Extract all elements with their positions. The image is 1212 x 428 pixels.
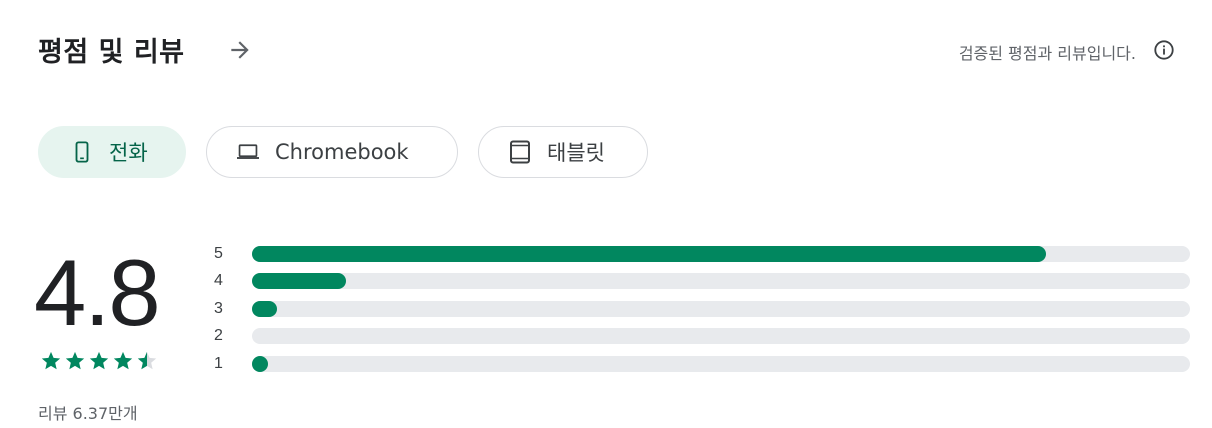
rating-bar-fill	[252, 300, 278, 317]
rating-bar-track	[252, 328, 1190, 345]
rating-bar-label: 2	[214, 327, 223, 345]
verified-ratings-text: 검증된 평점과 리뷰입니다.	[958, 44, 1136, 63]
star-icon	[41, 351, 61, 370]
laptop-icon	[237, 141, 259, 163]
info-button[interactable]	[1152, 38, 1176, 62]
rating-bar-track	[252, 273, 1190, 290]
rating-bar-label: 1	[214, 354, 223, 372]
tab-phone-label: 전화	[109, 141, 148, 165]
rating-distribution: 5 4 3 2 1	[214, 244, 1190, 381]
rating-bar-row: 5	[214, 244, 1190, 271]
star-icon	[113, 351, 133, 370]
rating-bar-track	[252, 246, 1190, 262]
average-rating: 4.8	[34, 240, 161, 345]
tablet-icon	[509, 140, 531, 164]
star-icon	[89, 351, 109, 370]
tab-phone[interactable]: 전화	[38, 126, 186, 178]
rating-bar-track	[252, 300, 1190, 317]
rating-bar-fill	[252, 273, 346, 290]
rating-bar-row: 1	[214, 354, 1190, 381]
tab-tablet-label: 태블릿	[547, 141, 605, 165]
rating-bar-row: 2	[214, 326, 1190, 353]
tab-chromebook[interactable]: Chromebook	[206, 126, 458, 178]
tab-tablet[interactable]: 태블릿	[478, 126, 648, 178]
rating-bar-label: 3	[214, 299, 223, 317]
device-tabs: 전화 Chromebook 태블릿	[38, 126, 648, 180]
ratings-header: 평점 및 리뷰 검증된 평점과 리뷰입니다.	[38, 26, 1178, 70]
rating-bar-fill	[252, 355, 268, 372]
rating-bar-fill	[252, 246, 1046, 262]
see-all-reviews-button[interactable]	[224, 34, 256, 66]
star-icon	[65, 351, 85, 370]
arrow-right-icon	[231, 41, 249, 59]
rating-bar-row: 4	[214, 271, 1190, 298]
review-count: 리뷰 6.37만개	[38, 404, 138, 423]
rating-bar-label: 5	[214, 245, 223, 262]
rating-bar-label: 4	[214, 272, 223, 290]
tab-chromebook-label: Chromebook	[275, 140, 409, 164]
info-icon	[1154, 40, 1174, 60]
section-title: 평점 및 리뷰	[38, 37, 185, 68]
rating-bar-track	[252, 355, 1190, 372]
half-star-icon	[137, 351, 157, 370]
rating-bar-row: 3	[214, 299, 1190, 326]
star-rating	[40, 350, 158, 372]
phone-icon	[71, 141, 93, 163]
